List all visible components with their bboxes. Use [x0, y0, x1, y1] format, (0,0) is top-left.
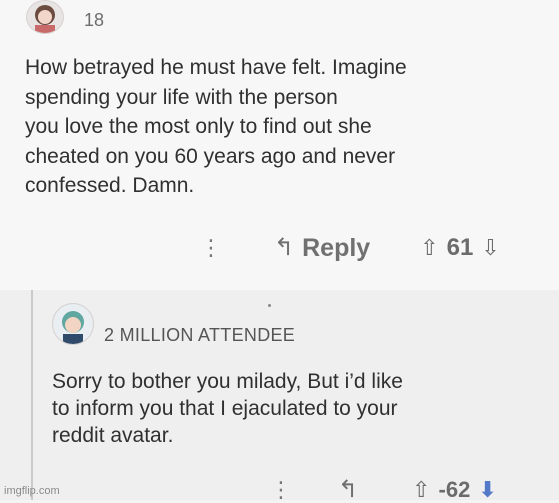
upvote-icon[interactable]: ⇧ — [420, 237, 438, 259]
decorative-dot — [268, 304, 271, 307]
watermark: imgflip.com — [4, 485, 60, 497]
thread-line[interactable] — [31, 290, 33, 500]
girl-avatar-icon — [35, 5, 55, 33]
comment-actions: ⋮ ↰ Reply ⇧ 61 ⇩ — [200, 232, 500, 264]
vote-score: 61 — [446, 234, 474, 261]
reply-button[interactable]: ↰ Reply — [274, 234, 370, 263]
reply-label: Reply — [302, 233, 371, 262]
comment-body: Sorry to bother you milady, But i’d like… — [52, 370, 403, 447]
comment-1: 18 How betrayed he must have felt. Imagi… — [0, 0, 559, 290]
downvote-icon[interactable]: ⬇ — [478, 479, 496, 501]
reply-icon: ↰ — [274, 234, 295, 261]
vote-group: ⇧ 61 ⇩ — [420, 234, 500, 262]
avatar[interactable] — [52, 303, 94, 345]
reply-icon: ↰ — [338, 476, 359, 503]
avatar[interactable] — [26, 0, 64, 34]
username[interactable]: 2 MILLION ATTENDEE — [104, 325, 295, 346]
comment-body: How betrayed he must have felt. Imagine … — [25, 56, 407, 197]
comment-actions: ⋮ ↰ ⇧ -62 ⬇ — [270, 477, 497, 503]
boy-avatar-icon — [62, 311, 84, 344]
downvote-icon[interactable]: ⇩ — [481, 237, 499, 259]
more-options-icon[interactable]: ⋮ — [270, 479, 292, 501]
upvote-icon[interactable]: ⇧ — [412, 479, 430, 501]
comment-meta-count: 18 — [84, 10, 105, 30]
reply-button[interactable]: ↰ — [338, 478, 366, 502]
vote-group: ⇧ -62 ⬇ — [412, 477, 497, 503]
vote-score: -62 — [438, 477, 471, 502]
more-options-icon[interactable]: ⋮ — [200, 237, 222, 259]
